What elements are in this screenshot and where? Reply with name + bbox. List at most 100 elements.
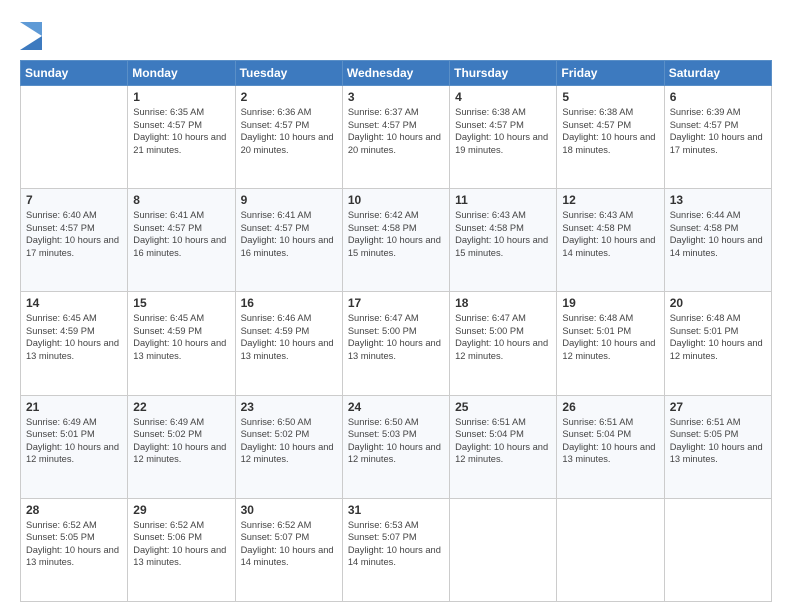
- day-number: 14: [26, 296, 122, 310]
- calendar-cell: 17 Sunrise: 6:47 AM Sunset: 5:00 PM Dayli…: [342, 292, 449, 395]
- cell-content: Sunrise: 6:50 AM Sunset: 5:02 PM Dayligh…: [241, 416, 337, 466]
- calendar-day-header: Tuesday: [235, 61, 342, 86]
- header: [20, 18, 772, 50]
- calendar-cell: 25Sunrise: 6:51 AM Sunset: 5:04 PM Dayli…: [450, 395, 557, 498]
- calendar-cell: 13 Sunrise: 6:44 AM Sunset: 4:58 PM Dayli…: [664, 189, 771, 292]
- calendar-cell: [21, 86, 128, 189]
- calendar-cell: [664, 498, 771, 601]
- logo-icon: [20, 22, 42, 50]
- calendar-cell: [450, 498, 557, 601]
- day-number: 8: [133, 193, 229, 207]
- day-number: 7: [26, 193, 122, 207]
- calendar-day-header: Wednesday: [342, 61, 449, 86]
- day-number: 10: [348, 193, 444, 207]
- calendar-cell: 28 Sunrise: 6:52 AM Sunset: 5:05 PM Dayli…: [21, 498, 128, 601]
- cell-content: Sunrise: 6:48 AM Sunset: 5:01 PM Dayligh…: [562, 312, 658, 362]
- cell-content: Sunrise: 6:39 AM Sunset: 4:57 PM Dayligh…: [670, 106, 766, 156]
- calendar-cell: 5 Sunrise: 6:38 AM Sunset: 4:57 PM Daylig…: [557, 86, 664, 189]
- day-number: 12: [562, 193, 658, 207]
- cell-content: Sunrise: 6:41 AM Sunset: 4:57 PM Dayligh…: [133, 209, 229, 259]
- day-number: 9: [241, 193, 337, 207]
- calendar-cell: 21 Sunrise: 6:49 AM Sunset: 5:01 PM Dayli…: [21, 395, 128, 498]
- cell-content: Sunrise: 6:52 AM Sunset: 5:05 PM Dayligh…: [26, 519, 122, 569]
- calendar-week-row: 14 Sunrise: 6:45 AM Sunset: 4:59 PM Dayli…: [21, 292, 772, 395]
- cell-content: Sunrise: 6:47 AM Sunset: 5:00 PM Dayligh…: [348, 312, 444, 362]
- calendar-day-header: Friday: [557, 61, 664, 86]
- calendar-day-header: Thursday: [450, 61, 557, 86]
- cell-content: Sunrise: 6:42 AM Sunset: 4:58 PM Dayligh…: [348, 209, 444, 259]
- day-number: 24: [348, 400, 444, 414]
- calendar-cell: 3 Sunrise: 6:37 AM Sunset: 4:57 PM Daylig…: [342, 86, 449, 189]
- cell-content: Sunrise: 6:51 AM Sunset: 5:04 PM Dayligh…: [562, 416, 658, 466]
- calendar-cell: 12 Sunrise: 6:43 AM Sunset: 4:58 PM Dayli…: [557, 189, 664, 292]
- calendar-cell: 14Sunrise: 6:45 AM Sunset: 4:59 PM Dayli…: [21, 292, 128, 395]
- calendar-cell: 10 Sunrise: 6:42 AM Sunset: 4:58 PM Dayli…: [342, 189, 449, 292]
- calendar-cell: 11 Sunrise: 6:43 AM Sunset: 4:58 PM Dayli…: [450, 189, 557, 292]
- calendar-cell: 16 Sunrise: 6:46 AM Sunset: 4:59 PM Dayli…: [235, 292, 342, 395]
- cell-content: Sunrise: 6:41 AM Sunset: 4:57 PM Dayligh…: [241, 209, 337, 259]
- day-number: 15: [133, 296, 229, 310]
- calendar-cell: 26 Sunrise: 6:51 AM Sunset: 5:04 PM Dayli…: [557, 395, 664, 498]
- day-number: 23: [241, 400, 337, 414]
- cell-content: Sunrise: 6:52 AM Sunset: 5:07 PM Dayligh…: [241, 519, 337, 569]
- cell-content: Sunrise: 6:43 AM Sunset: 4:58 PM Dayligh…: [562, 209, 658, 259]
- calendar-cell: 2Sunrise: 6:36 AM Sunset: 4:57 PM Daylig…: [235, 86, 342, 189]
- day-number: 5: [562, 90, 658, 104]
- calendar-week-row: 1Sunrise: 6:35 AM Sunset: 4:57 PM Daylig…: [21, 86, 772, 189]
- day-number: 28: [26, 503, 122, 517]
- cell-content: Sunrise: 6:40 AM Sunset: 4:57 PM Dayligh…: [26, 209, 122, 259]
- cell-content: Sunrise: 6:50 AM Sunset: 5:03 PM Dayligh…: [348, 416, 444, 466]
- day-number: 26: [562, 400, 658, 414]
- calendar-cell: 15 Sunrise: 6:45 AM Sunset: 4:59 PM Dayli…: [128, 292, 235, 395]
- day-number: 25: [455, 400, 551, 414]
- day-number: 21: [26, 400, 122, 414]
- calendar-cell: 7 Sunrise: 6:40 AM Sunset: 4:57 PM Daylig…: [21, 189, 128, 292]
- day-number: 11: [455, 193, 551, 207]
- cell-content: Sunrise: 6:38 AM Sunset: 4:57 PM Dayligh…: [562, 106, 658, 156]
- calendar-cell: 27 Sunrise: 6:51 AM Sunset: 5:05 PM Dayli…: [664, 395, 771, 498]
- day-number: 29: [133, 503, 229, 517]
- calendar-cell: [557, 498, 664, 601]
- cell-content: Sunrise: 6:44 AM Sunset: 4:58 PM Dayligh…: [670, 209, 766, 259]
- cell-content: Sunrise: 6:46 AM Sunset: 4:59 PM Dayligh…: [241, 312, 337, 362]
- calendar-header-row: SundayMondayTuesdayWednesdayThursdayFrid…: [21, 61, 772, 86]
- day-number: 18: [455, 296, 551, 310]
- cell-content: Sunrise: 6:47 AM Sunset: 5:00 PM Dayligh…: [455, 312, 551, 362]
- calendar-week-row: 21 Sunrise: 6:49 AM Sunset: 5:01 PM Dayli…: [21, 395, 772, 498]
- cell-content: Sunrise: 6:51 AM Sunset: 5:05 PM Dayligh…: [670, 416, 766, 466]
- day-number: 20: [670, 296, 766, 310]
- day-number: 13: [670, 193, 766, 207]
- day-number: 17: [348, 296, 444, 310]
- cell-content: Sunrise: 6:49 AM Sunset: 5:01 PM Dayligh…: [26, 416, 122, 466]
- calendar-day-header: Monday: [128, 61, 235, 86]
- calendar-cell: 19Sunrise: 6:48 AM Sunset: 5:01 PM Dayli…: [557, 292, 664, 395]
- logo: [20, 22, 46, 50]
- calendar-cell: 30 Sunrise: 6:52 AM Sunset: 5:07 PM Dayli…: [235, 498, 342, 601]
- day-number: 27: [670, 400, 766, 414]
- day-number: 30: [241, 503, 337, 517]
- calendar-cell: 9 Sunrise: 6:41 AM Sunset: 4:57 PM Daylig…: [235, 189, 342, 292]
- calendar-day-header: Saturday: [664, 61, 771, 86]
- page: SundayMondayTuesdayWednesdayThursdayFrid…: [0, 0, 792, 612]
- calendar-cell: 22Sunrise: 6:49 AM Sunset: 5:02 PM Dayli…: [128, 395, 235, 498]
- calendar-cell: 6Sunrise: 6:39 AM Sunset: 4:57 PM Daylig…: [664, 86, 771, 189]
- day-number: 3: [348, 90, 444, 104]
- day-number: 4: [455, 90, 551, 104]
- calendar-cell: 29Sunrise: 6:52 AM Sunset: 5:06 PM Dayli…: [128, 498, 235, 601]
- calendar-cell: 20Sunrise: 6:48 AM Sunset: 5:01 PM Dayli…: [664, 292, 771, 395]
- day-number: 31: [348, 503, 444, 517]
- day-number: 22: [133, 400, 229, 414]
- cell-content: Sunrise: 6:35 AM Sunset: 4:57 PM Dayligh…: [133, 106, 229, 156]
- calendar-cell: 4 Sunrise: 6:38 AM Sunset: 4:57 PM Daylig…: [450, 86, 557, 189]
- cell-content: Sunrise: 6:43 AM Sunset: 4:58 PM Dayligh…: [455, 209, 551, 259]
- cell-content: Sunrise: 6:37 AM Sunset: 4:57 PM Dayligh…: [348, 106, 444, 156]
- calendar-cell: 31 Sunrise: 6:53 AM Sunset: 5:07 PM Dayli…: [342, 498, 449, 601]
- calendar-week-row: 28 Sunrise: 6:52 AM Sunset: 5:05 PM Dayli…: [21, 498, 772, 601]
- cell-content: Sunrise: 6:53 AM Sunset: 5:07 PM Dayligh…: [348, 519, 444, 569]
- cell-content: Sunrise: 6:38 AM Sunset: 4:57 PM Dayligh…: [455, 106, 551, 156]
- calendar-cell: 24 Sunrise: 6:50 AM Sunset: 5:03 PM Dayli…: [342, 395, 449, 498]
- calendar-table: SundayMondayTuesdayWednesdayThursdayFrid…: [20, 60, 772, 602]
- cell-content: Sunrise: 6:36 AM Sunset: 4:57 PM Dayligh…: [241, 106, 337, 156]
- day-number: 16: [241, 296, 337, 310]
- cell-content: Sunrise: 6:45 AM Sunset: 4:59 PM Dayligh…: [133, 312, 229, 362]
